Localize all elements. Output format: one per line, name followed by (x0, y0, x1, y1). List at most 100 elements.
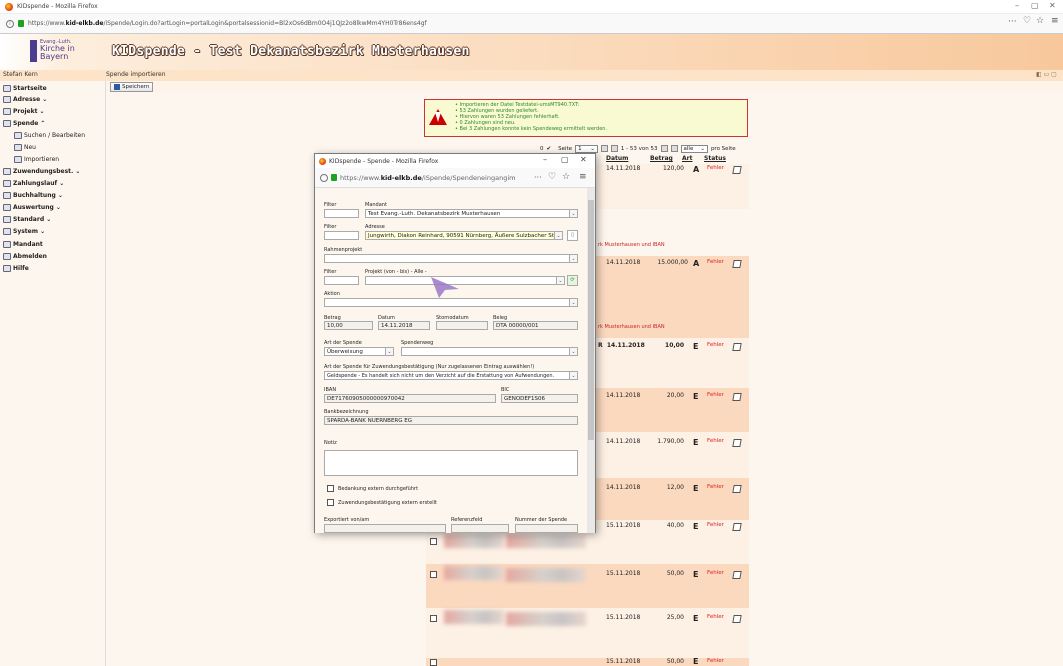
aktion-select[interactable] (324, 298, 570, 307)
chevron-down-icon[interactable]: ⌄ (569, 254, 578, 263)
zuwendung-art-select[interactable]: Geldspende - Es handelt sich nicht um de… (324, 371, 570, 380)
pocket-icon[interactable]: ♡ (548, 172, 556, 182)
next-page-button[interactable] (660, 145, 668, 152)
notiz-textarea[interactable] (324, 450, 578, 476)
chevron-down-icon[interactable]: ⌄ (385, 347, 394, 356)
pocket-icon[interactable]: ♡ (1023, 16, 1031, 26)
chevron-down-icon[interactable]: ⌄ (569, 209, 578, 218)
popup-urlbar[interactable]: https://www.kid-elkb.de/iSpende/Spendene… (315, 168, 595, 188)
sidebar-item-system[interactable]: System ⌄ (3, 228, 45, 235)
adresse-filter-input[interactable] (324, 231, 359, 240)
edit-icon[interactable] (732, 523, 742, 531)
col-betrag[interactable]: Betrag (650, 155, 673, 162)
sidebar-item-suchen[interactable]: Suchen / Bearbeiten (14, 132, 85, 139)
datum-field[interactable]: 14.11.2018 (378, 321, 430, 330)
info-icon[interactable] (320, 173, 328, 182)
first-page-button[interactable] (600, 145, 608, 152)
chevron-down-icon[interactable]: ⌄ (569, 347, 578, 356)
chevron-down-icon[interactable]: ⌄ (569, 371, 578, 380)
refresh-icon[interactable]: ⟳ (567, 275, 578, 286)
header-tool-icons[interactable]: ◧ ▭ ▢ (1036, 71, 1057, 78)
per-page-select[interactable]: alle ⌄ (680, 144, 708, 153)
stornodatum-field[interactable] (436, 321, 488, 330)
sidebar-item-hilfe[interactable]: Hilfe (3, 265, 29, 272)
sidebar-item-neu[interactable]: Neu (14, 144, 36, 151)
prev-page-button[interactable] (610, 145, 618, 152)
beleg-field[interactable]: DTA 00000/001 (493, 321, 578, 330)
sidebar-item-zuwendungsbest[interactable]: Zuwendungsbest. ⌄ (3, 168, 80, 175)
info-icon[interactable]: i (6, 19, 14, 28)
sidebar-item-adresse[interactable]: Adresse ⌄ (3, 96, 47, 103)
lock-icon[interactable] (18, 20, 24, 27)
sidebar-item-startseite[interactable]: Startseite (3, 85, 47, 92)
chevron-down-icon[interactable]: ⌄ (556, 276, 565, 285)
maximize-icon[interactable]: ▢ (1031, 1, 1039, 10)
browser-urlbar[interactable]: i https://www.kid-elkb.de/iSpende/Login.… (0, 14, 1063, 34)
mandant-filter-input[interactable] (324, 209, 359, 218)
popup-close-icon[interactable]: ✕ (580, 155, 587, 164)
col-status[interactable]: Status (704, 155, 726, 162)
check-icon[interactable]: ✔ (547, 146, 552, 152)
exportiert-field[interactable] (324, 524, 446, 533)
projekt-filter-input[interactable] (324, 276, 359, 285)
rahmenprojekt-select[interactable] (324, 254, 570, 263)
nummer-field[interactable] (515, 524, 578, 533)
art-der-spende-select[interactable]: Überweisung (324, 347, 386, 356)
close-icon[interactable]: ✕ (1049, 1, 1056, 10)
col-art[interactable]: Art (682, 155, 692, 162)
menu-icon[interactable]: ≡ (1051, 16, 1059, 26)
more-icon[interactable]: ··· (534, 173, 542, 182)
row-checkbox[interactable] (430, 538, 437, 545)
zuwendung-extern-checkbox[interactable] (327, 499, 334, 506)
lock-icon[interactable] (331, 174, 337, 181)
chevron-down-icon[interactable]: ⌄ (569, 298, 578, 307)
popup-url-text[interactable]: https://www.kid-elkb.de/iSpende/Spendene… (340, 174, 520, 182)
sidebar-item-importieren[interactable]: Importieren (14, 156, 59, 163)
bic-field[interactable]: GENODEF1S06 (501, 394, 578, 403)
mandant-select[interactable]: Test Evang.-Luth. Dekanatsbezirk Musterh… (365, 209, 570, 218)
projekt-select[interactable] (365, 276, 557, 285)
edit-icon[interactable] (732, 343, 742, 351)
bookmark-star-icon[interactable]: ☆ (1036, 16, 1044, 26)
betrag-field[interactable]: 10,00 (324, 321, 373, 330)
page-select[interactable]: 1 ⌄ (575, 144, 598, 153)
edit-icon[interactable] (732, 439, 742, 447)
bookmark-star-icon[interactable]: ☆ (562, 172, 570, 182)
popup-minimize-icon[interactable]: – (543, 155, 547, 164)
sidebar-item-abmelden[interactable]: Abmelden (3, 253, 47, 260)
adresse-select[interactable]: Jungwirth, Diakon Reinhard, 90591 Nürnbe… (365, 231, 555, 240)
row-checkbox[interactable] (430, 659, 437, 666)
url-text[interactable]: https://www.kid-elkb.de/iSpende/Login.do… (28, 20, 427, 27)
sidebar-item-mandant[interactable]: Mandant (3, 241, 43, 248)
row-checkbox[interactable] (430, 571, 437, 578)
col-datum[interactable]: Datum (606, 155, 628, 162)
popup-maximize-icon[interactable]: ▢ (561, 155, 569, 164)
sidebar-item-zahlungslauf[interactable]: Zahlungslauf ⌄ (3, 180, 64, 187)
chevron-down-icon[interactable]: ⌄ (554, 231, 563, 240)
sidebar-item-auswertung[interactable]: Auswertung ⌄ (3, 204, 61, 211)
sidebar-item-buchhaltung[interactable]: Buchhaltung ⌄ (3, 192, 63, 199)
bankbezeichnung-field[interactable]: SPARDA-BANK NUERNBERG EG (324, 416, 578, 425)
spendenweg-select[interactable] (401, 347, 570, 356)
row-checkbox[interactable] (430, 615, 437, 622)
menu-icon[interactable]: ≡ (579, 172, 587, 182)
popup-scrollbar[interactable] (587, 188, 595, 533)
edit-icon[interactable] (732, 393, 742, 401)
edit-icon[interactable] (732, 615, 742, 623)
more-icon[interactable]: ··· (1008, 17, 1017, 27)
scrollbar-thumb[interactable] (588, 200, 594, 440)
iban-field[interactable]: DE71760905000000970042 (324, 394, 496, 403)
referenzfeld-field[interactable] (451, 524, 509, 533)
last-page-button[interactable] (670, 145, 678, 152)
edit-icon[interactable] (732, 485, 742, 493)
edit-icon[interactable] (732, 260, 742, 268)
sidebar-item-standard[interactable]: Standard ⌄ (3, 216, 51, 223)
address-card-icon[interactable]: ▯ (567, 230, 578, 241)
edit-icon[interactable] (732, 166, 742, 174)
edit-icon[interactable] (732, 571, 742, 579)
save-button[interactable]: Speichern (110, 82, 154, 92)
sidebar-item-spende[interactable]: Spende ⌃ (3, 120, 45, 127)
bedankung-extern-checkbox[interactable] (327, 485, 334, 492)
minimize-icon[interactable]: – (1015, 1, 1019, 10)
sidebar-item-projekt[interactable]: Projekt ⌄ (3, 108, 45, 115)
